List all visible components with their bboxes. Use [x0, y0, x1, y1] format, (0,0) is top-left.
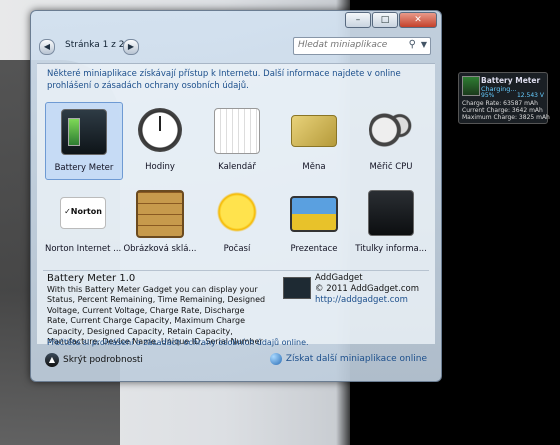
battery-meter-desktop-gadget[interactable]: Battery Meter Charging... 95% 12.543 V C… — [458, 72, 550, 124]
gadget-label: Počasí — [223, 244, 251, 254]
gadget-tile-slideshow[interactable]: Prezentace — [276, 184, 352, 260]
privacy-info-link[interactable]: Některé miniaplikace získávají přístup k… — [47, 68, 427, 92]
clock-icon — [138, 108, 182, 152]
gadget-tile-clock[interactable]: Hodiny — [122, 102, 198, 178]
chevron-down-icon[interactable]: ▼ — [421, 40, 427, 49]
gadget-maximum-charge: Maximum Charge: 3825 mAh — [462, 114, 550, 121]
gadget-label: Norton Internet ... — [45, 244, 121, 254]
search-box[interactable]: ⚲ ▼ — [293, 37, 431, 55]
privacy-statement-link[interactable]: Přečtěte si prohlášení o zásadách ochran… — [47, 338, 309, 347]
norton-icon: ✓Norton — [60, 197, 106, 229]
search-icon[interactable]: ⚲ — [409, 39, 416, 50]
gadget-label: Titulky informa... — [355, 244, 427, 254]
gadget-tile-cpu-meter[interactable]: Měřič CPU — [353, 102, 429, 178]
get-more-gadgets-label: Získat další miniaplikace online — [285, 354, 427, 364]
get-more-gadgets-link[interactable]: Získat další miniaplikace online — [269, 353, 427, 365]
headlines-icon — [368, 190, 414, 236]
gadget-label: Kalendář — [218, 162, 256, 172]
prev-page-button[interactable]: ◀ — [39, 39, 55, 55]
gallery-content: Některé miniaplikace získávají přístup k… — [37, 63, 435, 347]
gadget-gallery-window: – □ ✕ ◀ Stránka 1 z 2 ▶ ⚲ ▼ Některé mini… — [30, 10, 442, 382]
gadget-grid: Battery Meter Hodiny Kalendář Měna Měřič… — [43, 102, 429, 262]
gadget-tile-norton[interactable]: ✓Norton Norton Internet ... — [45, 184, 121, 260]
globe-icon — [269, 353, 282, 365]
next-page-button[interactable]: ▶ — [123, 39, 139, 55]
currency-icon — [291, 115, 337, 147]
publisher-url-link[interactable]: http://addgadget.com — [315, 295, 408, 305]
battery-icon — [462, 76, 480, 96]
slideshow-icon — [290, 196, 338, 232]
gadget-tile-headlines[interactable]: Titulky informa... — [353, 184, 429, 260]
gadget-voltage: 12.543 V — [516, 92, 544, 99]
gadget-charge-rate: Charge Rate: 63587 mAh — [462, 100, 538, 107]
page-indicator: Stránka 1 z 2 — [65, 40, 125, 50]
search-input[interactable] — [294, 38, 412, 52]
cpu-meter-icon — [369, 108, 413, 152]
publisher-name: AddGadget — [315, 273, 363, 283]
battery-icon — [61, 109, 107, 155]
gadget-label: Měřič CPU — [369, 162, 413, 172]
gadget-tile-weather[interactable]: Počasí — [199, 184, 275, 260]
battery-icon — [283, 277, 311, 299]
calendar-icon — [214, 108, 260, 154]
close-button[interactable]: ✕ — [399, 12, 437, 28]
picture-puzzle-icon — [136, 190, 184, 238]
gadget-label: Battery Meter — [54, 163, 114, 173]
gadget-tile-calendar[interactable]: Kalendář — [199, 102, 275, 178]
hide-details-button[interactable]: ▲ Skrýt podrobnosti — [45, 353, 143, 367]
chevron-up-icon: ▲ — [45, 353, 59, 367]
weather-icon — [215, 190, 259, 234]
hide-details-label: Skrýt podrobnosti — [63, 355, 143, 365]
details-publisher-block: AddGadget © 2011 AddGadget.com http://ad… — [315, 273, 419, 306]
gadget-label: Hodiny — [145, 162, 175, 172]
gadget-label: Obrázková sklá... — [123, 244, 197, 254]
gallery-toolbar: ◀ Stránka 1 z 2 ▶ ⚲ ▼ — [37, 37, 435, 57]
gadget-tile-battery-meter[interactable]: Battery Meter — [45, 102, 123, 180]
details-title: Battery Meter 1.0 — [47, 273, 136, 284]
minimize-button[interactable]: – — [345, 12, 371, 28]
gadget-tile-picture-puzzle[interactable]: Obrázková sklá... — [122, 184, 198, 260]
maximize-button[interactable]: □ — [372, 12, 398, 28]
gadget-label: Prezentace — [290, 244, 338, 254]
window-controls: – □ ✕ — [345, 12, 437, 28]
gadget-current-charge: Current Charge: 3642 mAh — [462, 107, 543, 114]
gallery-footer: ▲ Skrýt podrobnosti Získat další miniapl… — [37, 347, 435, 375]
gadget-tile-currency[interactable]: Měna — [276, 102, 352, 178]
gadget-percent: 95% — [481, 92, 495, 99]
gadget-label: Měna — [302, 162, 326, 172]
gadget-details: Battery Meter 1.0 With this Battery Mete… — [43, 270, 429, 347]
copyright-text: © 2011 AddGadget.com — [315, 284, 419, 294]
gadget-title: Battery Meter — [481, 76, 541, 85]
